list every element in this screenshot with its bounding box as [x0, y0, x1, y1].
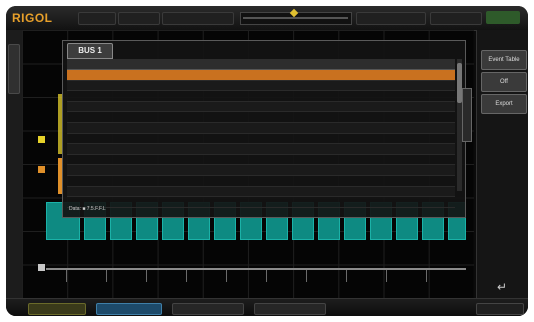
trigger-position-marker-icon	[289, 8, 299, 18]
table-row[interactable]	[67, 101, 455, 113]
table-row[interactable]	[67, 165, 455, 176]
rigol-logo: RIGOL	[12, 11, 53, 25]
softkey-menu: Event Table Off Export ↵	[476, 30, 528, 316]
channel-1-marker-icon[interactable]	[38, 136, 45, 143]
event-table-off-softkey[interactable]: Off	[481, 72, 527, 92]
table-row[interactable]	[67, 155, 455, 166]
clock-status	[476, 303, 524, 315]
table-row[interactable]	[67, 112, 455, 123]
memory-bar-track	[243, 17, 348, 19]
return-icon[interactable]: ↵	[485, 280, 519, 298]
clock-edge	[106, 270, 107, 282]
channel-1-status[interactable]	[28, 303, 86, 315]
clock-edge	[66, 270, 67, 282]
channel-2-marker-icon[interactable]	[38, 166, 45, 173]
top-status-bar: RIGOL	[6, 6, 528, 31]
oscilloscope-screen: RIGOL BUS 1 Data: ■ 7.5.F.F.L Event Tabl…	[6, 6, 528, 316]
trigger-source-readout[interactable]	[430, 12, 482, 25]
clock-edge	[186, 270, 187, 282]
clock-edge	[426, 270, 427, 282]
event-data-readout: Data: ■ 7.5.F.F.L	[69, 206, 106, 212]
clock-edge	[266, 270, 267, 282]
event-table-window[interactable]: BUS 1 Data: ■ 7.5.F.F.L	[62, 40, 466, 218]
left-menu-tab[interactable]	[8, 44, 20, 94]
clock-edge	[386, 270, 387, 282]
trigger-mode-indicator[interactable]	[486, 11, 520, 24]
channel-2-status[interactable]	[96, 303, 162, 315]
clock-edge	[346, 270, 347, 282]
channel-4-status[interactable]	[254, 303, 326, 315]
memory-position-bar[interactable]	[240, 8, 352, 25]
table-row[interactable]	[67, 134, 455, 145]
channel-3-status[interactable]	[172, 303, 244, 315]
table-row[interactable]	[67, 176, 455, 187]
table-row[interactable]	[67, 197, 455, 208]
trigger-status-readout	[356, 12, 426, 25]
clock-edge	[306, 270, 307, 282]
table-row-selected[interactable]	[67, 70, 455, 81]
channel-3-marker-icon[interactable]	[38, 264, 45, 271]
left-side-panel	[6, 30, 23, 316]
table-row[interactable]	[67, 186, 455, 198]
event-table-softkey[interactable]: Event Table	[481, 50, 527, 70]
run-stop-indicator[interactable]	[78, 12, 116, 25]
timebase-readout[interactable]	[118, 12, 160, 25]
export-softkey[interactable]: Export	[481, 94, 527, 114]
right-collapse-tab[interactable]	[462, 88, 472, 142]
table-row[interactable]	[67, 122, 455, 134]
table-row[interactable]	[67, 91, 455, 102]
sample-rate-readout	[162, 12, 234, 25]
table-row[interactable]	[67, 80, 455, 92]
clock-edge	[226, 270, 227, 282]
bottom-channel-bar	[6, 298, 528, 316]
channel-3-trace	[46, 268, 466, 270]
event-table-header	[67, 59, 455, 70]
event-table-tab[interactable]: BUS 1	[67, 43, 113, 59]
clock-edge	[146, 270, 147, 282]
table-row[interactable]	[67, 144, 455, 155]
event-table-rows	[67, 70, 455, 208]
